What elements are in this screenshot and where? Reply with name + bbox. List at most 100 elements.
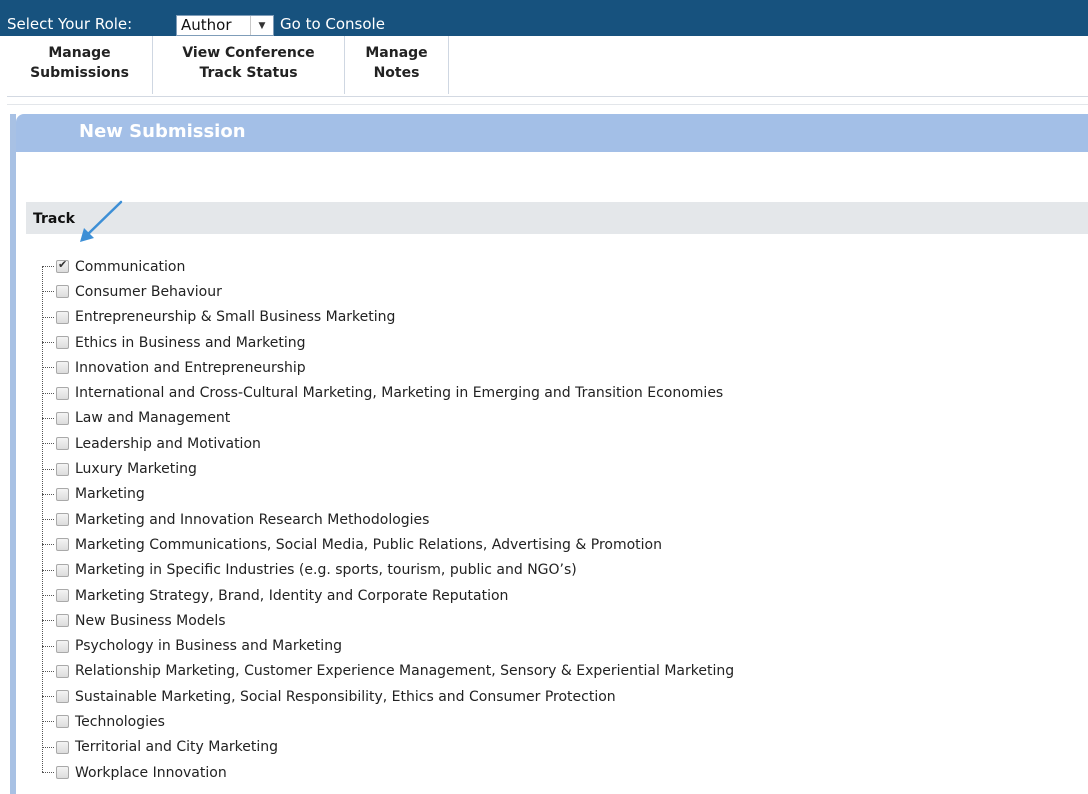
tree-connector xyxy=(42,721,54,723)
track-checkbox[interactable] xyxy=(56,563,69,577)
track-item[interactable]: Ethics in Business and Marketing xyxy=(36,330,1086,355)
track-item-label: Marketing xyxy=(75,486,145,503)
manage-notes-menu-item[interactable]: Manage Notes xyxy=(345,36,449,94)
tree-connector xyxy=(42,772,54,774)
track-checkbox[interactable] xyxy=(56,766,69,780)
track-item-label: Relationship Marketing, Customer Experie… xyxy=(75,663,735,680)
track-checkbox[interactable] xyxy=(56,310,69,324)
track-label: Track xyxy=(33,211,75,227)
menu-item-line2: Notes xyxy=(373,65,420,81)
menu-item-line1: View Conference xyxy=(182,45,315,61)
track-item[interactable]: Innovation and Entrepreneurship xyxy=(36,355,1086,380)
track-item-label: Marketing and Innovation Research Method… xyxy=(75,511,430,528)
track-checkbox[interactable] xyxy=(56,513,69,527)
go-to-console-link[interactable]: Go to Console xyxy=(280,15,385,33)
track-item-label: Communication xyxy=(75,258,186,275)
track-tree: Communication Consumer Behaviour Entrepren… xyxy=(36,254,1086,785)
track-item[interactable]: Marketing xyxy=(36,482,1086,507)
track-item-label: Luxury Marketing xyxy=(75,461,197,478)
track-item[interactable]: Luxury Marketing xyxy=(36,456,1086,481)
tree-connector xyxy=(42,316,54,318)
track-item-label: Leadership and Motivation xyxy=(75,435,261,452)
tree-connector xyxy=(42,569,54,571)
track-item[interactable]: Relationship Marketing, Customer Experie… xyxy=(36,659,1086,684)
track-item-label: Territorial and City Marketing xyxy=(75,739,279,756)
track-checkbox[interactable] xyxy=(56,664,69,678)
track-checkbox[interactable] xyxy=(56,538,69,552)
track-item[interactable]: New Business Models xyxy=(36,608,1086,633)
track-item[interactable]: Psychology in Business and Marketing xyxy=(36,633,1086,658)
track-checkbox[interactable] xyxy=(56,690,69,704)
menu-item-line2: Track Status xyxy=(199,65,298,81)
tree-connector xyxy=(42,746,54,748)
track-item[interactable]: Marketing and Innovation Research Method… xyxy=(36,507,1086,532)
tree-connector xyxy=(42,266,54,268)
track-checkbox[interactable] xyxy=(56,258,69,274)
track-item-label: Ethics in Business and Marketing xyxy=(75,334,306,351)
track-checkbox[interactable] xyxy=(56,639,69,653)
view-conference-track-status-menu-item[interactable]: View Conference Track Status xyxy=(153,36,345,94)
tree-connector xyxy=(42,595,54,596)
track-item-label: Workplace Innovation xyxy=(75,764,227,781)
menu-item-line2: Submissions xyxy=(30,65,129,81)
main-menu: Manage Submissions View Conference Track… xyxy=(7,36,1088,94)
role-select[interactable]: Author ▼ xyxy=(176,15,274,36)
tree-connector xyxy=(42,367,54,369)
track-item-label: Psychology in Business and Marketing xyxy=(75,638,342,655)
track-checkbox[interactable] xyxy=(56,411,69,425)
tree-connector xyxy=(42,519,54,521)
track-checkbox[interactable] xyxy=(56,437,69,451)
track-item[interactable]: Technologies xyxy=(36,709,1086,734)
panel-header: New Submission xyxy=(16,114,1088,152)
track-item[interactable]: Marketing in Specific Industries (e.g. s… xyxy=(36,558,1086,583)
track-item[interactable]: Workplace Innovation xyxy=(36,760,1086,785)
menu-divider xyxy=(7,104,1088,105)
track-checkbox[interactable] xyxy=(56,361,69,375)
track-item[interactable]: Marketing Communications, Social Media, … xyxy=(36,532,1086,557)
tree-connector xyxy=(42,544,54,546)
menu-item-line1: Manage xyxy=(365,45,428,61)
track-checkbox[interactable] xyxy=(56,740,69,754)
track-checkbox[interactable] xyxy=(56,589,69,602)
tree-connector xyxy=(42,392,54,394)
menu-divider xyxy=(7,96,1088,97)
track-item[interactable]: Marketing Strategy, Brand, Identity and … xyxy=(36,583,1086,608)
track-checkbox[interactable] xyxy=(56,336,69,350)
track-item-label: Marketing Strategy, Brand, Identity and … xyxy=(75,587,509,604)
track-item-label: Marketing Communications, Social Media, … xyxy=(75,536,662,553)
track-item[interactable]: Entrepreneurship & Small Business Market… xyxy=(36,305,1086,330)
chevron-down-icon[interactable]: ▼ xyxy=(251,16,273,35)
role-select-value: Author xyxy=(177,16,251,35)
track-item-label: Law and Management xyxy=(75,410,231,427)
track-item[interactable]: Sustainable Marketing, Social Responsibi… xyxy=(36,684,1086,709)
track-checkbox[interactable] xyxy=(56,715,69,729)
track-item[interactable]: Communication xyxy=(36,254,1086,279)
track-item-label: Sustainable Marketing, Social Responsibi… xyxy=(75,688,616,705)
track-item[interactable]: Law and Management xyxy=(36,406,1086,431)
track-item-label: International and Cross-Cultural Marketi… xyxy=(75,385,724,402)
track-item[interactable]: Leadership and Motivation xyxy=(36,431,1086,456)
track-item[interactable]: Territorial and City Marketing xyxy=(36,735,1086,760)
tree-connector xyxy=(42,620,54,622)
manage-submissions-menu-item[interactable]: Manage Submissions xyxy=(7,36,153,94)
track-checkbox[interactable] xyxy=(56,386,69,400)
track-item[interactable]: International and Cross-Cultural Marketi… xyxy=(36,380,1086,405)
tree-connector xyxy=(42,443,54,445)
role-label: Select Your Role: xyxy=(7,15,133,33)
track-checkbox[interactable] xyxy=(56,614,69,628)
track-item-label: Entrepreneurship & Small Business Market… xyxy=(75,309,396,326)
track-item-label: Consumer Behaviour xyxy=(75,283,222,300)
track-item-label: Innovation and Entrepreneurship xyxy=(75,359,306,376)
tree-connector xyxy=(42,670,54,672)
track-item-label: New Business Models xyxy=(75,612,226,629)
tree-connector xyxy=(42,696,54,698)
track-checkbox[interactable] xyxy=(56,462,69,476)
tree-connector xyxy=(42,645,54,647)
track-checkbox[interactable] xyxy=(56,285,69,299)
track-checkbox[interactable] xyxy=(56,487,69,501)
panel-title: New Submission xyxy=(79,121,246,142)
track-item[interactable]: Consumer Behaviour xyxy=(36,279,1086,304)
tree-connector xyxy=(42,468,54,470)
tree-connector xyxy=(42,342,54,344)
tree-connector xyxy=(42,291,54,293)
